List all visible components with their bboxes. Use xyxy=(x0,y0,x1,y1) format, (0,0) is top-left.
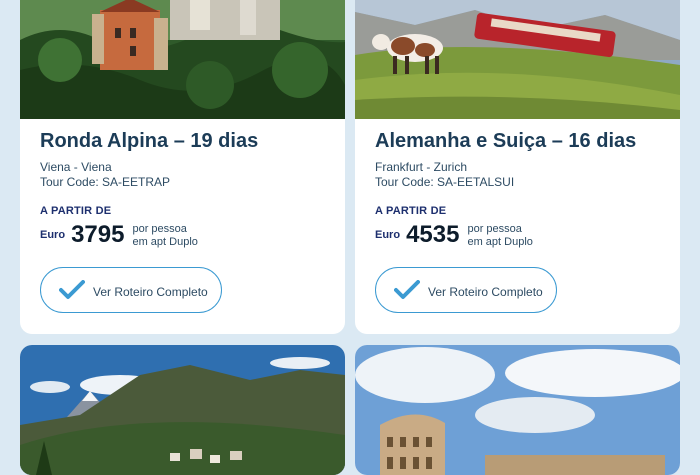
price-currency: Euro xyxy=(40,229,66,241)
tour-title[interactable]: Alemanha e Suiça – 16 dias xyxy=(375,128,664,154)
view-itinerary-button[interactable]: Ver Roteiro Completo xyxy=(40,267,222,313)
price-currency: Euro xyxy=(375,229,401,241)
price-basis-line2: em apt Duplo xyxy=(132,236,198,248)
tour-card: Alemanha e Suiça – 16 dias Frankfurt - Z… xyxy=(355,0,680,334)
tour-code: Tour Code: SA-EETALSUI xyxy=(375,175,515,189)
tour-route: Viena - Viena xyxy=(40,160,112,174)
price-row: Euro 4535 por pessoa em apt Duplo xyxy=(375,221,664,249)
view-itinerary-label: Ver Roteiro Completo xyxy=(93,285,208,299)
tour-title[interactable]: Ronda Alpina – 19 dias xyxy=(40,128,329,154)
price-amount: 4535 xyxy=(406,221,460,248)
price-from-label: A PARTIR DE xyxy=(375,205,447,217)
price-basis-line1: por pessoa xyxy=(132,223,187,235)
view-itinerary-label: Ver Roteiro Completo xyxy=(428,285,543,299)
price-basis: por pessoa em apt Duplo xyxy=(132,223,197,249)
tour-info: Alemanha e Suiça – 16 dias Frankfurt - Z… xyxy=(375,128,664,249)
tour-info: Ronda Alpina – 19 dias Viena - Viena Tou… xyxy=(40,128,329,249)
neuschwanstein-castle-photo[interactable] xyxy=(20,0,345,119)
tour-card: Ronda Alpina – 19 dias Viena - Viena Tou… xyxy=(20,0,345,334)
colosseum-rome-photo[interactable] xyxy=(355,345,680,475)
checkmark-icon xyxy=(394,280,420,299)
swiss-train-cow-photo[interactable] xyxy=(355,0,680,119)
tour-code: Tour Code: SA-EETRAP xyxy=(40,175,171,189)
tour-card xyxy=(355,345,680,475)
matterhorn-village-photo[interactable] xyxy=(20,345,345,475)
tour-route: Frankfurt - Zurich xyxy=(375,160,468,174)
price-amount: 3795 xyxy=(71,221,125,248)
price-basis: por pessoa em apt Duplo xyxy=(467,223,532,249)
price-basis-line2: em apt Duplo xyxy=(467,236,533,248)
tour-card xyxy=(20,345,345,475)
checkmark-icon xyxy=(59,280,85,299)
price-row: Euro 3795 por pessoa em apt Duplo xyxy=(40,221,329,249)
price-basis-line1: por pessoa xyxy=(467,223,522,235)
price-from-label: A PARTIR DE xyxy=(40,205,112,217)
view-itinerary-button[interactable]: Ver Roteiro Completo xyxy=(375,267,557,313)
